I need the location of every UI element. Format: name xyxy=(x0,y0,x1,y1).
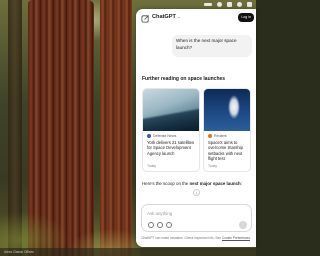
menu-bar xyxy=(126,0,256,9)
news-card-image xyxy=(204,89,250,131)
news-card-date: Today xyxy=(208,164,218,168)
menu-bar-icon[interactable] xyxy=(204,3,212,6)
login-button[interactable]: Log in xyxy=(238,13,254,22)
dock-label: Alexa Classic Offices xyxy=(4,250,34,254)
news-card-source: Defense News xyxy=(143,131,199,138)
news-card-source-label: Defense News xyxy=(153,134,177,138)
news-card[interactable]: Reuters SpaceX aims to overcome Starship… xyxy=(203,88,251,172)
source-logo-icon xyxy=(147,134,151,138)
clock-icon[interactable] xyxy=(247,2,252,7)
news-card-headline: York delivers 21 satellites for Space De… xyxy=(147,140,195,156)
chevron-down-icon: ⌄ xyxy=(176,14,181,19)
message-input[interactable] xyxy=(147,209,247,217)
news-card-source: Reuters xyxy=(204,131,250,138)
app-title[interactable]: ChatGPT⌄ xyxy=(152,14,181,20)
battery-icon[interactable] xyxy=(227,2,232,7)
source-logo-icon xyxy=(208,134,212,138)
foliage xyxy=(0,180,140,256)
search-web-icon[interactable] xyxy=(157,222,163,228)
user-message: When is the next major space launch? xyxy=(172,35,252,57)
panel-header: ChatGPT⌄ Log in xyxy=(136,9,256,27)
further-reading-title: Further reading on space launches xyxy=(142,76,226,82)
news-card-headline: SpaceX aims to overcome Starship setback… xyxy=(208,140,243,161)
news-card[interactable]: Defense News York delivers 21 satellites… xyxy=(142,88,200,172)
news-card-image xyxy=(143,89,199,131)
scroll-down-button[interactable]: ↓ xyxy=(193,189,200,196)
dock: Alexa Classic Offices xyxy=(0,248,256,256)
message-composer: ↑ xyxy=(141,204,252,232)
control-center-icon[interactable] xyxy=(237,2,242,7)
reason-icon[interactable] xyxy=(166,222,172,228)
wifi-icon[interactable] xyxy=(217,2,222,7)
chatgpt-panel: ChatGPT⌄ Log in When is the next major s… xyxy=(136,9,256,247)
disclaimer-end: . xyxy=(249,236,251,240)
cookie-preferences-link[interactable]: Cookie Preferences xyxy=(222,236,250,240)
scoop-bold: next major space launch xyxy=(189,181,241,186)
attach-icon[interactable] xyxy=(148,222,154,228)
send-button[interactable]: ↑ xyxy=(239,221,247,229)
app-title-label: ChatGPT xyxy=(152,14,176,20)
scoop-suffix: : xyxy=(240,181,242,186)
disclaimer: ChatGPT can make mistakes. Check importa… xyxy=(140,236,252,240)
new-chat-icon[interactable] xyxy=(141,14,150,23)
news-card-date: Today xyxy=(147,164,157,168)
news-card-source-label: Reuters xyxy=(214,134,227,138)
scoop-prefix: Here's the scoop on the xyxy=(142,181,190,186)
disclaimer-text: ChatGPT can make mistakes. Check importa… xyxy=(141,236,222,240)
assistant-response-text: Here's the scoop on the next major space… xyxy=(142,181,254,186)
